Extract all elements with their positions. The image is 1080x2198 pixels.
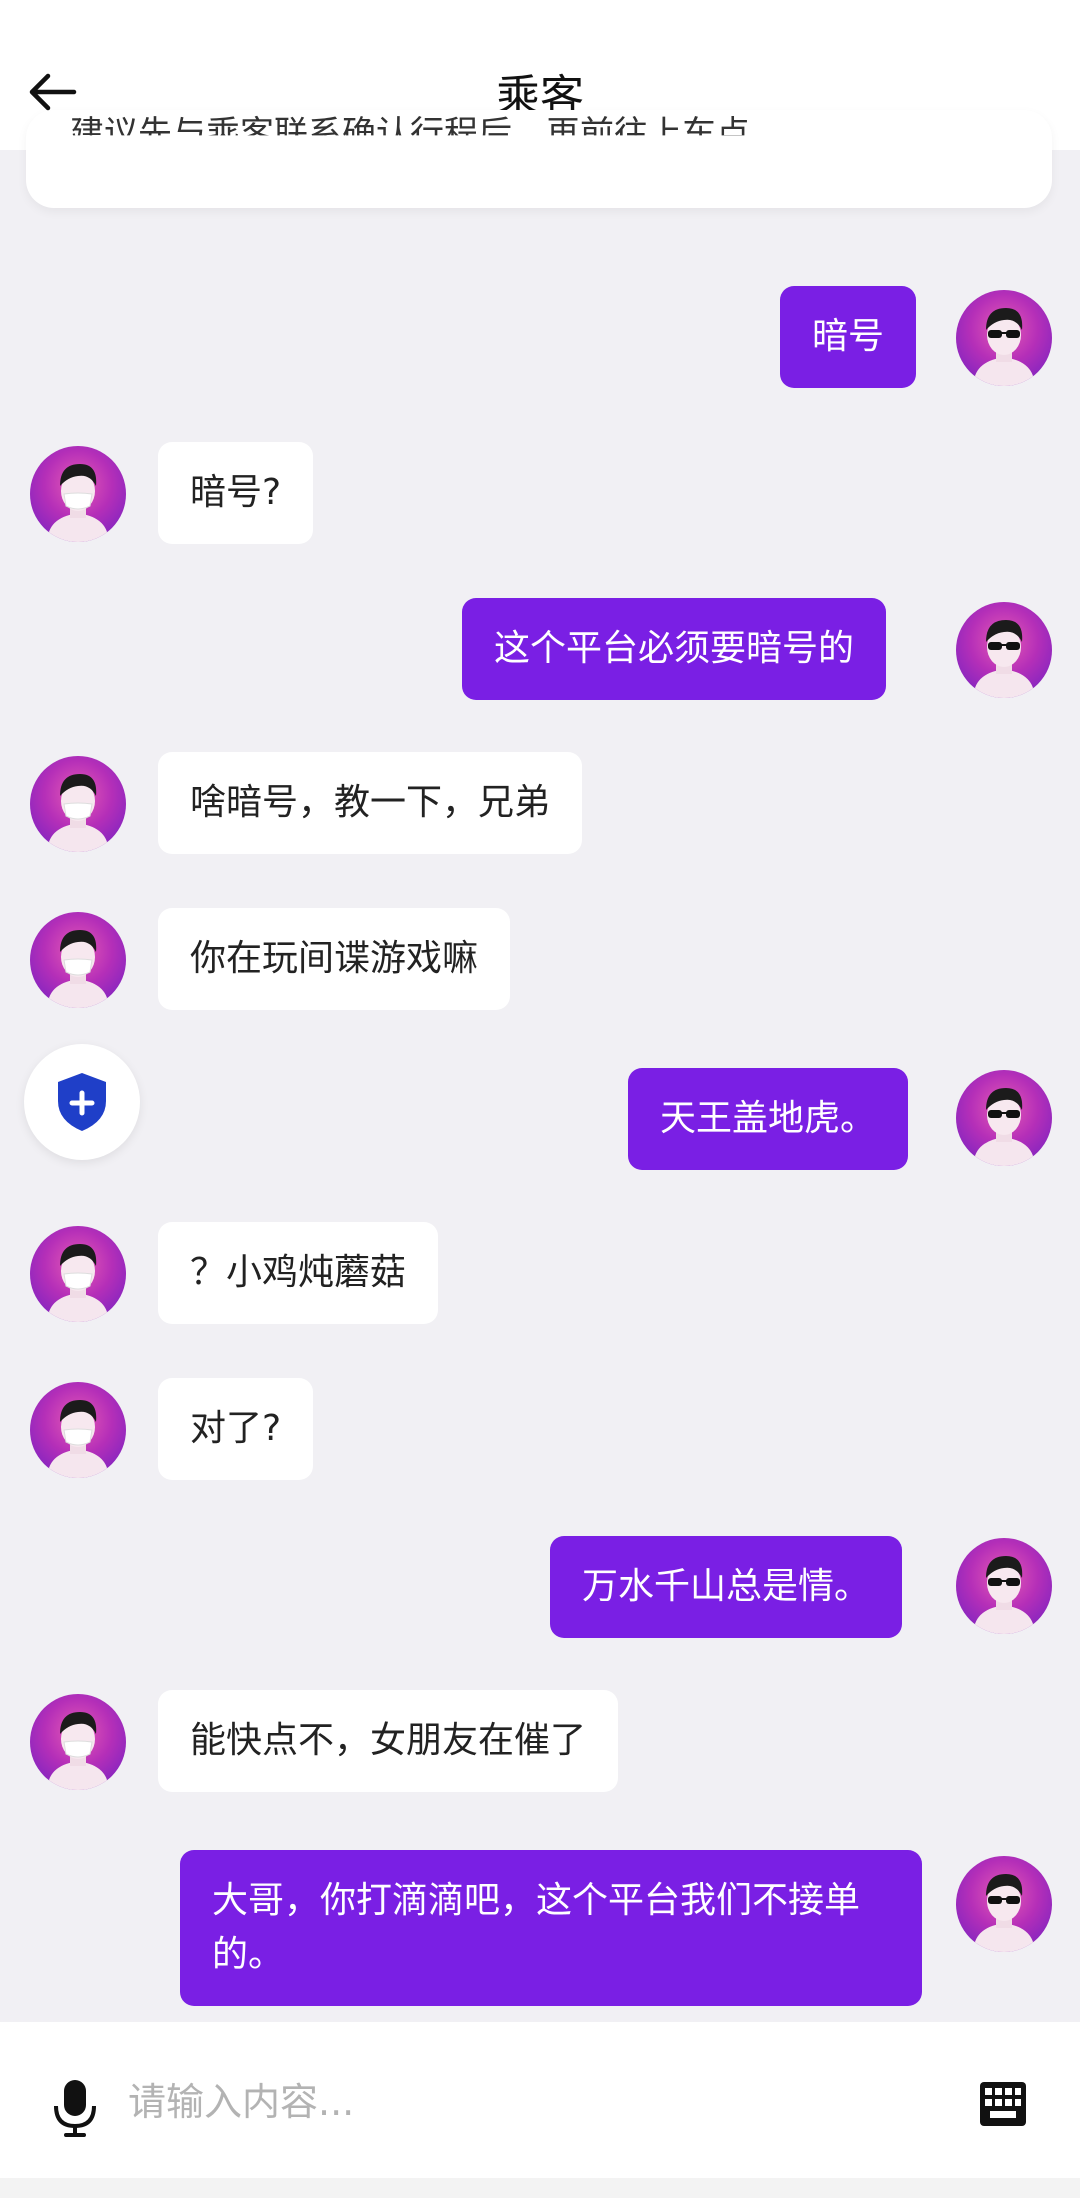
passenger-avatar[interactable] [30, 1382, 126, 1478]
person-mask-icon [48, 930, 108, 1008]
passenger-avatar[interactable] [30, 912, 126, 1008]
message-bubble-incoming[interactable]: 对了? [158, 1378, 314, 1480]
message-bubble-incoming[interactable]: ？小鸡炖蘑菇 [158, 1222, 439, 1324]
person-mask-icon [48, 1400, 108, 1478]
message-bubble-outgoing[interactable]: 万水千山总是情。 [550, 1536, 903, 1638]
person-sunglasses-icon [974, 620, 1034, 698]
message-input[interactable] [128, 2064, 928, 2140]
passenger-avatar[interactable] [30, 1694, 126, 1790]
driver-avatar[interactable] [956, 1538, 1052, 1634]
shield-plus-icon [58, 1073, 106, 1131]
driver-avatar[interactable] [956, 1856, 1052, 1952]
message-bubble-incoming[interactable]: 暗号? [158, 442, 314, 544]
keyboard-icon [980, 2082, 1026, 2126]
microphone-icon [54, 2080, 96, 2137]
person-mask-icon [48, 464, 108, 542]
person-sunglasses-icon [974, 1874, 1034, 1952]
passenger-avatar[interactable] [30, 1226, 126, 1322]
person-sunglasses-icon [974, 1556, 1034, 1634]
passenger-avatar[interactable] [30, 756, 126, 852]
keyboard-toggle-button[interactable] [980, 2082, 1026, 2126]
voice-input-button[interactable] [50, 2078, 100, 2138]
person-mask-icon [48, 1244, 108, 1322]
message-bubble-outgoing[interactable]: 大哥，你打滴滴吧，这个平台我们不接单的。 [180, 1850, 922, 2006]
driver-avatar[interactable] [956, 602, 1052, 698]
message-bubble-outgoing[interactable]: 这个平台必须要暗号的 [462, 598, 887, 700]
person-mask-icon [48, 774, 108, 852]
message-bubble-incoming[interactable]: 你在玩间谍游戏嘛 [158, 908, 511, 1010]
safety-shield-button[interactable] [24, 1044, 140, 1160]
trip-notice-card: 建议先与乘客联系确认行程后，再前往上车点 [26, 110, 1052, 208]
driver-avatar[interactable] [956, 290, 1052, 386]
message-bubble-outgoing[interactable]: 天王盖地虎。 [628, 1068, 909, 1170]
message-bubble-incoming[interactable]: 啥暗号，教一下，兄弟 [158, 752, 583, 854]
trip-notice-text: 建议先与乘客联系确认行程后，再前往上车点 [70, 114, 750, 154]
message-bubble-incoming[interactable]: 能快点不，女朋友在催了 [158, 1690, 619, 1792]
person-mask-icon [48, 1712, 108, 1790]
message-input-bar [0, 2022, 1080, 2178]
bottom-nav-strip [0, 2178, 1080, 2198]
driver-avatar[interactable] [956, 1070, 1052, 1166]
person-sunglasses-icon [974, 308, 1034, 386]
message-bubble-outgoing[interactable]: 暗号 [780, 286, 917, 388]
person-sunglasses-icon [974, 1088, 1034, 1166]
passenger-avatar[interactable] [30, 446, 126, 542]
